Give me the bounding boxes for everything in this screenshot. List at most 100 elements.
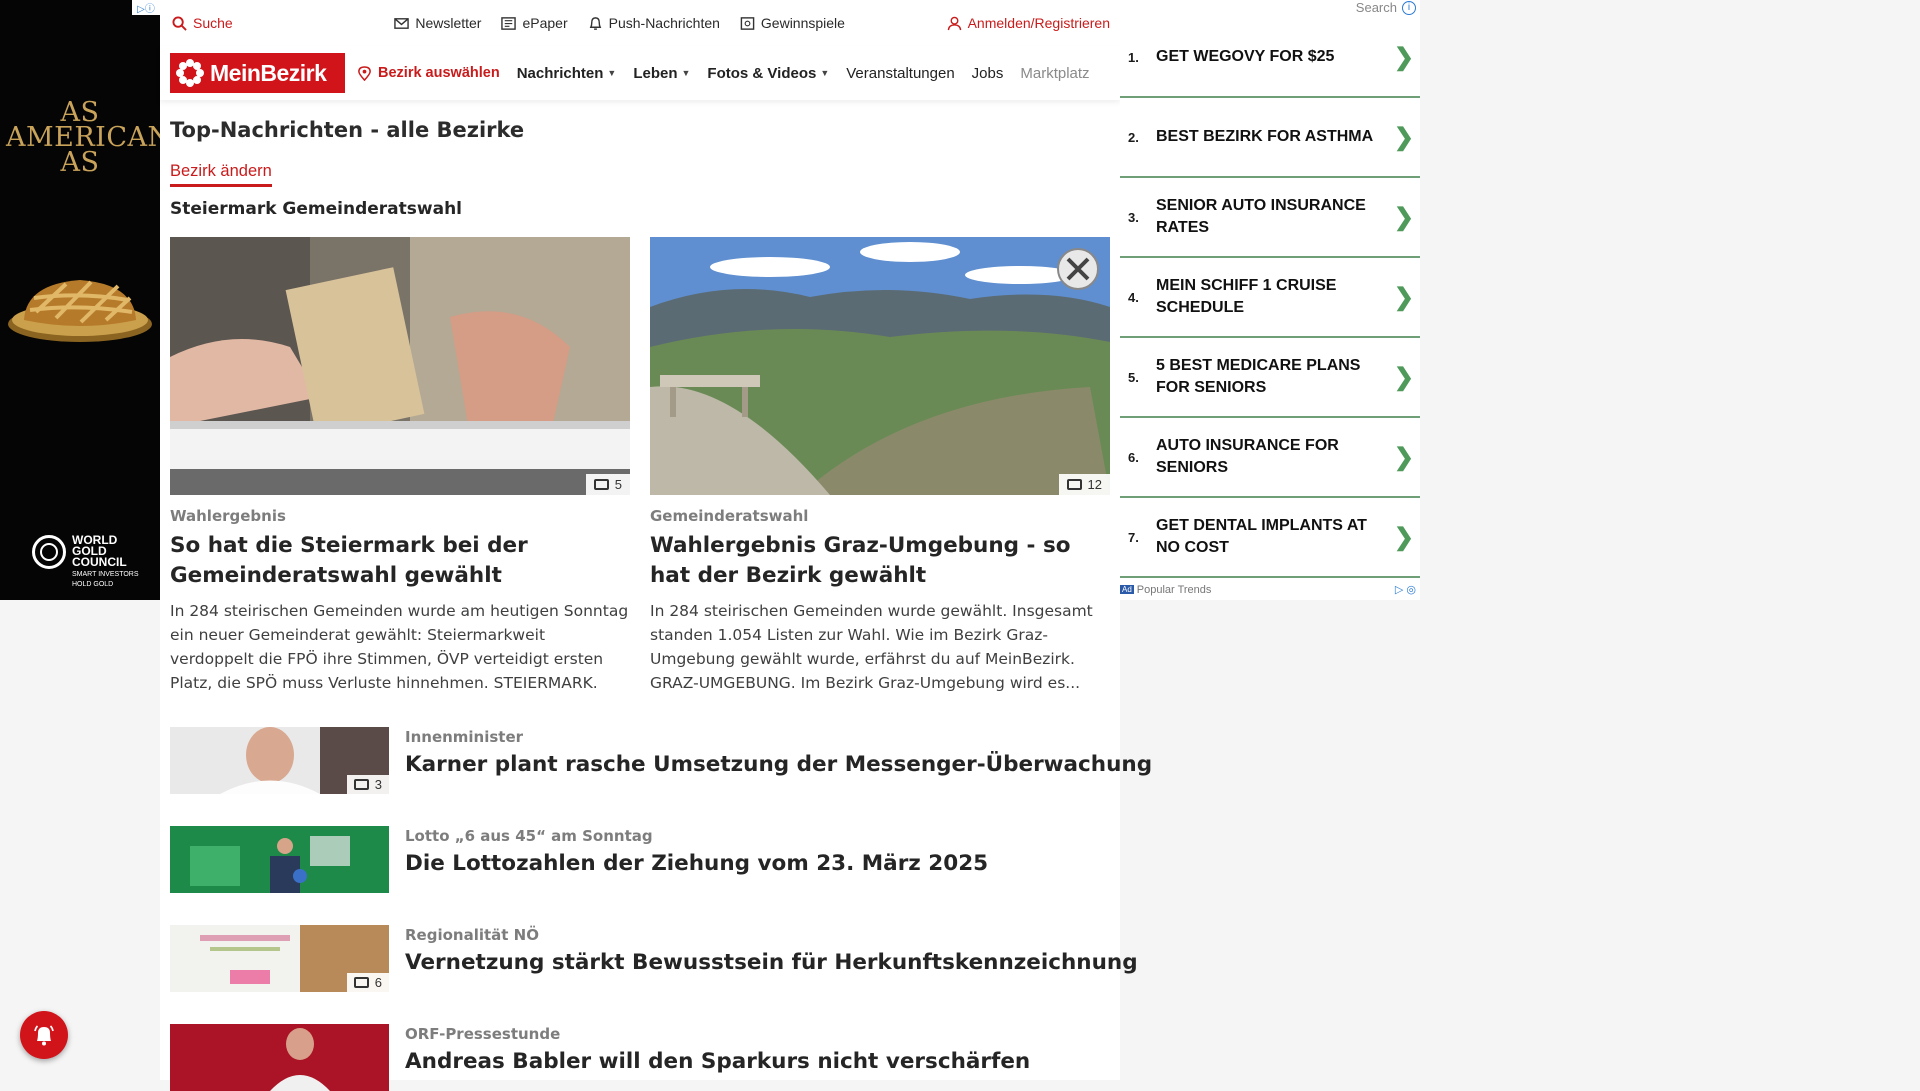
ad-item-label: GET DENTAL IMPLANTS AT NO COST — [1156, 517, 1367, 556]
ad-link-item[interactable]: 6. AUTO INSURANCE FOR SENIORS ❯ — [1120, 418, 1420, 498]
mail-icon — [394, 17, 410, 29]
nav-leben[interactable]: Leben ▼ — [633, 65, 690, 82]
photo-count: 6 — [374, 975, 382, 990]
ad-item-number: 1. — [1128, 49, 1139, 65]
article-teaser: In 284 steirischen Gemeinden wurde gewäh… — [650, 602, 1093, 692]
search-link[interactable]: Suche — [172, 15, 233, 31]
ad-item-label: GET WEGOVY FOR $25 — [1156, 48, 1335, 65]
image-icon — [740, 16, 755, 30]
ad-link-item[interactable]: 5. 5 BEST MEDICARE PLANS FOR SENIORS ❯ — [1120, 338, 1420, 418]
nav-label: Marktplatz — [1020, 64, 1090, 82]
main-navigation: MeinBezirk Bezirk auswählen Nachrichten ▼… — [160, 46, 1120, 100]
photo-count-badge: 5 — [585, 474, 630, 495]
info-icon[interactable]: i — [1402, 0, 1416, 15]
ad-headline: AS AMERICAN AS — [6, 97, 160, 178]
ad-item-label: BEST BEZIRK FOR ASTHMA — [1156, 128, 1374, 145]
nav-label: Jobs — [971, 64, 1004, 82]
region-label: Bezirk auswählen — [378, 65, 500, 81]
article-image-ballot[interactable]: 5 — [170, 237, 630, 495]
list-item[interactable]: 6 Regionalität NÖ Vernetzung stärkt Bewu… — [170, 925, 1138, 992]
location-pin-icon — [358, 65, 371, 81]
gallery-icon — [353, 779, 369, 790]
article-headline[interactable]: Die Lottozahlen der Ziehung vom 23. März… — [405, 851, 988, 876]
ad-link-item[interactable]: 1. GET WEGOVY FOR $25 ❯ — [1120, 18, 1420, 98]
article-thumbnail[interactable] — [170, 826, 389, 893]
list-item[interactable]: Lotto „6 aus 45“ am Sonntag Die Lottozah… — [170, 826, 1110, 893]
bell-icon — [34, 1025, 54, 1046]
pie-image — [8, 280, 152, 342]
nav-label: Veranstaltungen — [846, 64, 955, 82]
featured-card[interactable]: 5 Wahlergebnis So hat die Steiermark bei… — [170, 237, 630, 695]
gallery-icon — [353, 977, 369, 988]
article-headline[interactable]: Wahlergebnis Graz-Umgebung - so hat der … — [650, 531, 1110, 591]
article-image-landscape[interactable]: 12 — [650, 237, 1110, 495]
world-gold-council-logo: WORLD GOLD COUNCIL SMART INVESTORS HOLD … — [32, 534, 139, 588]
nav-veranstaltungen[interactable]: Veranstaltungen — [846, 65, 954, 82]
content-area: Top-Nachrichten - alle Bezirke Bezirk än… — [160, 118, 1152, 1091]
ad-item-number: 4. — [1128, 289, 1139, 305]
article-thumbnail[interactable] — [170, 1024, 389, 1091]
article-kicker: Wahlergebnis — [170, 507, 286, 525]
article-headline[interactable]: Vernetzung stärkt Bewusstsein für Herkun… — [405, 950, 1138, 975]
search-label: Suche — [193, 15, 233, 31]
change-district-link[interactable]: Bezirk ändern — [170, 162, 272, 187]
chevron-right-icon: ❯ — [1393, 43, 1414, 71]
ad-link-item[interactable]: 2. BEST BEZIRK FOR ASTHMA ❯ — [1120, 98, 1420, 178]
article-headline[interactable]: So hat die Steiermark bei der Gemeindera… — [170, 531, 630, 591]
top-utility-bar: Suche Newsletter ePaper Push-Nachrichten… — [160, 0, 1120, 46]
epaper-label: ePaper — [522, 15, 568, 31]
epaper-link[interactable]: ePaper — [501, 15, 568, 31]
nav-nachrichten[interactable]: Nachrichten ▼ — [517, 65, 617, 82]
nav-marktplatz[interactable]: Marktplatz — [1020, 65, 1092, 82]
gewinnspiele-label: Gewinnspiele — [760, 15, 845, 31]
nav-label: Nachrichten — [516, 64, 604, 82]
adchoices-icon[interactable]: ▷ⓘ — [132, 0, 160, 15]
right-search-ad[interactable]: Search i 1. GET WEGOVY FOR $25 ❯ 2. BEST BE… — [1120, 0, 1420, 600]
adchoices-icon[interactable]: ▷ ◎ — [1395, 583, 1416, 596]
ad-link-list: 1. GET WEGOVY FOR $25 ❯ 2. BEST BEZIRK FOR … — [1120, 18, 1420, 578]
list-item[interactable]: 3 Innenminister Karner plant rasche Umse… — [170, 727, 1152, 794]
article-thumbnail[interactable]: 6 — [170, 925, 389, 992]
push-notifications-link[interactable]: Push-Nachrichten — [588, 15, 720, 31]
newspaper-icon — [501, 16, 517, 30]
ad-item-number: 6. — [1128, 449, 1139, 465]
chevron-right-icon: ❯ — [1393, 443, 1414, 471]
gewinnspiele-link[interactable]: Gewinnspiele — [740, 15, 845, 31]
ad-footer: Ad Popular Trends ▷ ◎ — [1120, 583, 1420, 596]
ad-link-item[interactable]: 7. GET DENTAL IMPLANTS AT NO COST ❯ — [1120, 498, 1420, 578]
select-district-button[interactable]: Bezirk auswählen — [357, 65, 500, 81]
gold-ring-icon — [32, 535, 66, 569]
featured-card[interactable]: 12 Gemeinderatswahl Wahlergebnis Graz-Um… — [650, 237, 1110, 695]
user-icon — [947, 16, 961, 30]
ad-footer-label: Popular Trends — [1136, 583, 1212, 596]
login-label: Anmelden/Registrieren — [967, 15, 1110, 31]
logo-flower-icon — [176, 59, 204, 87]
ad-item-number: 2. — [1128, 129, 1139, 145]
nav-fotos-videos[interactable]: Fotos & Videos ▼ — [707, 65, 829, 82]
lotto-photo — [170, 826, 389, 893]
photo-count-badge: 12 — [1058, 474, 1110, 495]
ad-search-label[interactable]: Search i — [1356, 0, 1416, 15]
article-headline[interactable]: Karner plant rasche Umsetzung der Messen… — [405, 752, 1152, 777]
brand-sub: SMART INVESTORS — [72, 571, 139, 578]
ad-item-number: 5. — [1128, 369, 1139, 385]
left-skyscraper-ad[interactable]: ▷ⓘ AS AMERICAN AS WORLD GOLD COUNCIL SMA… — [0, 0, 160, 600]
article-kicker: Regionalität NÖ — [405, 926, 539, 944]
notification-bell-button[interactable] — [20, 1011, 68, 1059]
list-item[interactable]: ORF-Pressestunde Andreas Babler will den… — [170, 1024, 1110, 1091]
login-link[interactable]: Anmelden/Registrieren — [947, 15, 1110, 31]
article-kicker: Lotto „6 aus 45“ am Sonntag — [405, 827, 653, 845]
article-list: 3 Innenminister Karner plant rasche Umse… — [170, 727, 1152, 1091]
article-teaser: In 284 steirischen Gemeinden wurde am he… — [170, 602, 629, 692]
nav-label: Fotos & Videos — [707, 64, 817, 82]
newsletter-link[interactable]: Newsletter — [394, 15, 481, 31]
site-logo[interactable]: MeinBezirk — [170, 53, 345, 93]
article-kicker: ORF-Pressestunde — [405, 1025, 561, 1043]
nav-label: Leben — [633, 64, 678, 82]
article-headline[interactable]: Andreas Babler will den Sparkurs nicht v… — [405, 1049, 1030, 1074]
nav-jobs[interactable]: Jobs — [972, 65, 1004, 82]
ad-link-item[interactable]: 4. MEIN SCHIFF 1 CRUISE SCHEDULE ❯ — [1120, 258, 1420, 338]
article-thumbnail[interactable]: 3 — [170, 727, 389, 794]
ad-link-item[interactable]: 3. SENIOR AUTO INSURANCE RATES ❯ — [1120, 178, 1420, 258]
chevron-down-icon: ▼ — [681, 68, 691, 78]
